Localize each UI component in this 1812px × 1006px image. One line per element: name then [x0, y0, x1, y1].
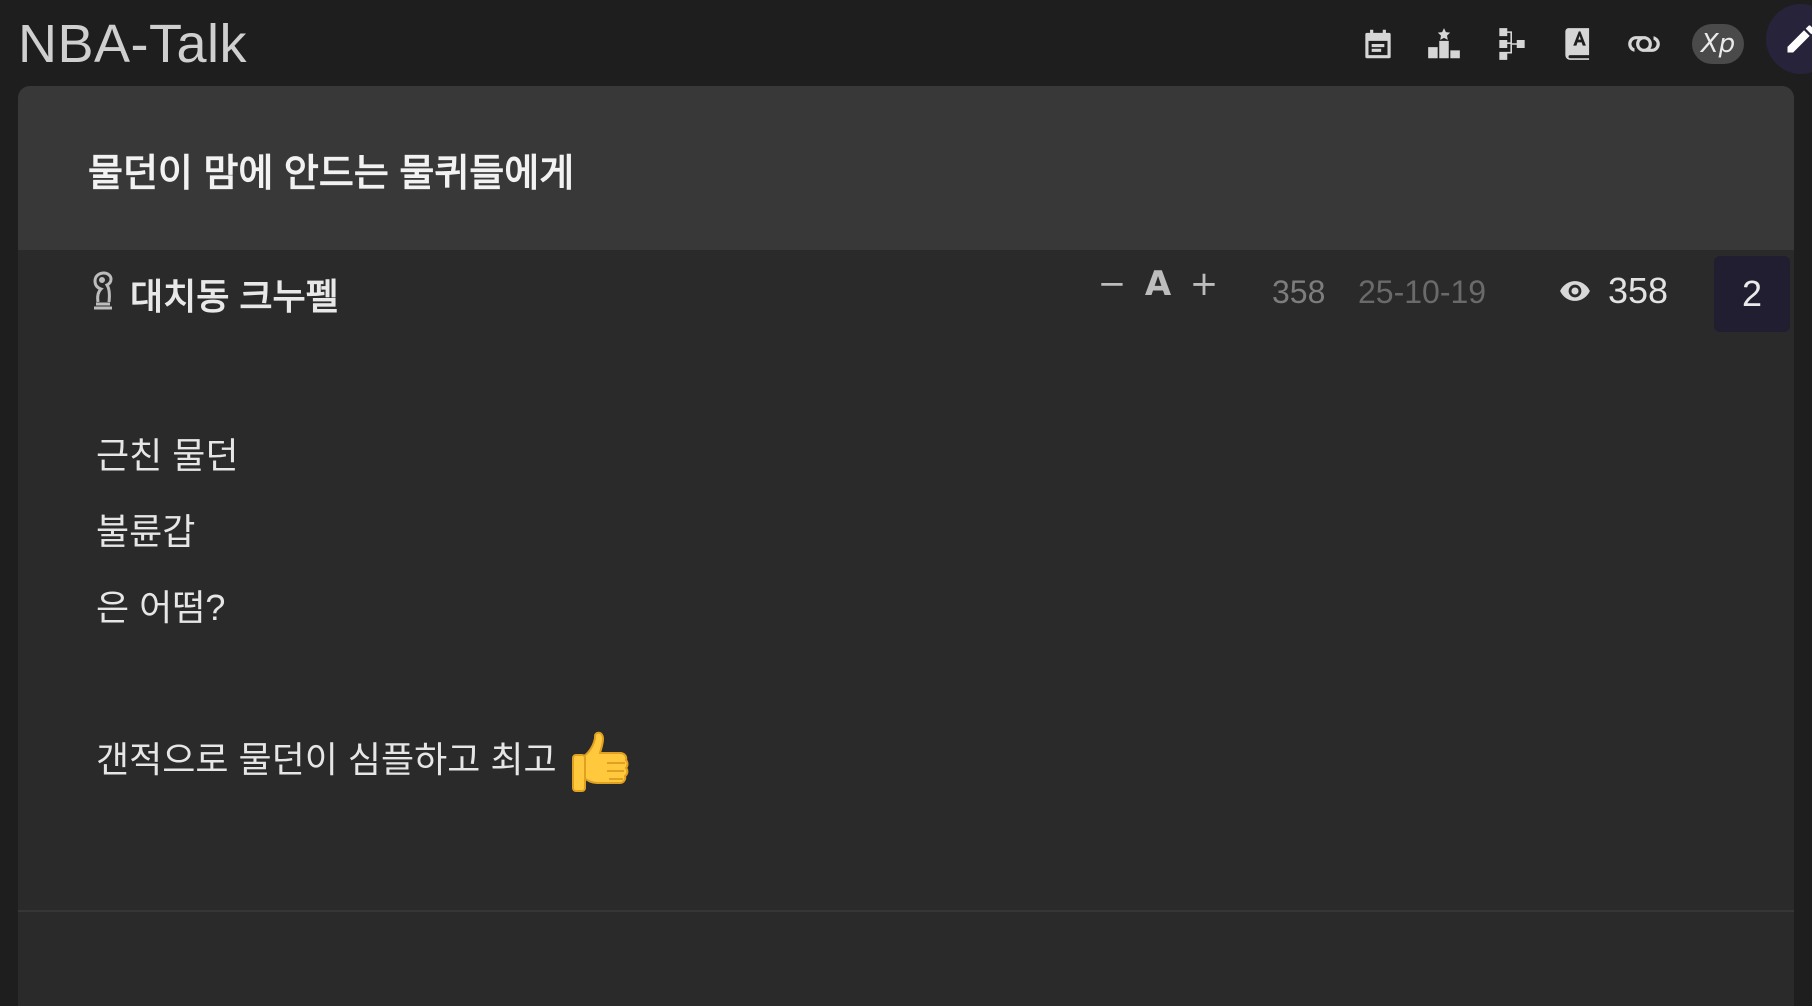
thumbs-up-icon — [571, 729, 631, 795]
body-line-text: 갠적으로 물던이 심플하고 최고 — [96, 739, 557, 780]
post-title-bar: 물던이 맘에 안드는 물퀴들에게 — [18, 86, 1794, 250]
post-body: 근친 물던 불륜갑 은 어떰? 갠적으로 물던이 심플하고 최고 — [96, 418, 631, 798]
author-name[interactable]: 대치동 크누펠 — [130, 268, 339, 320]
view-count-value: 358 — [1608, 270, 1669, 311]
divider — [18, 910, 1794, 912]
xp-badge[interactable]: Xp — [1692, 24, 1744, 64]
body-line: 은 어떰? — [96, 587, 226, 628]
write-post-button[interactable] — [1766, 4, 1812, 74]
font-decrease-button[interactable]: − — [1092, 264, 1132, 304]
post-meta: 대치동 크누펠 − A + 358 25-10-19 358 2 — [18, 250, 1794, 336]
view-count: 358 — [1558, 270, 1668, 312]
top-bar: NBA-Talk Xp — [0, 0, 1812, 86]
body-line: 근친 물던 — [96, 435, 239, 476]
font-increase-button[interactable]: + — [1184, 264, 1224, 304]
body-line: 불륜갑 — [96, 511, 196, 552]
calendar-icon[interactable] — [1352, 18, 1404, 70]
post-number: 358 — [1272, 274, 1326, 310]
sitemap-icon[interactable] — [1486, 18, 1538, 70]
ranking-icon[interactable] — [1418, 18, 1470, 70]
comment-count-badge[interactable]: 2 — [1714, 256, 1790, 332]
user-level-icon — [86, 270, 118, 312]
pencil-icon — [1787, 25, 1812, 53]
post-title: 물던이 맘에 안드는 물퀴들에게 — [88, 153, 575, 195]
post-card: 물던이 맘에 안드는 물퀴들에게 대치동 크누펠 − A + 358 25-10… — [18, 86, 1794, 1006]
body-blank-line — [96, 646, 631, 722]
toolbar: Xp — [1352, 4, 1812, 74]
link-icon[interactable] — [1618, 18, 1670, 70]
post-date: 25-10-19 — [1358, 274, 1487, 310]
body-line-with-emoji: 갠적으로 물던이 심플하고 최고 — [96, 722, 631, 798]
site-title[interactable]: NBA-Talk — [18, 12, 247, 76]
eye-icon — [1560, 281, 1590, 301]
font-reset-button[interactable]: A — [1138, 264, 1178, 304]
dictionary-icon[interactable] — [1552, 18, 1604, 70]
